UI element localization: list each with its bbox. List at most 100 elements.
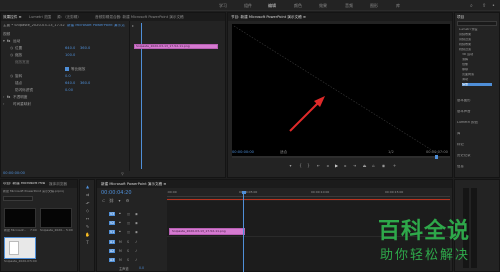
filter-icon[interactable]: ⚲ — [121, 171, 124, 176]
snap-icon[interactable]: ⊂ — [101, 198, 106, 203]
hand-tool-icon[interactable]: ✋ — [85, 232, 90, 237]
program-scrub-handle[interactable] — [435, 155, 438, 159]
solo-button[interactable]: S — [127, 258, 129, 262]
tab-source[interactable]: 源: （无剪辑） — [57, 15, 81, 20]
slip-tool-icon[interactable]: ↔ — [85, 216, 90, 221]
timeline-playhead[interactable] — [243, 192, 245, 272]
tab-sequence[interactable]: 新建 Microsoft PowerPoint 演示文稿 ≡ — [101, 182, 166, 187]
ec-play-icon[interactable]: ▸ — [132, 23, 134, 28]
search-icon[interactable]: ⌕ — [470, 3, 473, 9]
program-timecode[interactable]: 00:00:00:00 — [232, 150, 254, 154]
position-x-value[interactable]: 640.0 — [65, 46, 75, 50]
opacity-twirl-icon[interactable]: › — [3, 95, 4, 99]
menu-color[interactable]: 颜色 — [294, 3, 302, 9]
position-y-value[interactable]: 360.0 — [80, 46, 90, 50]
timeline-timecode[interactable]: 00:00:04:20 — [101, 190, 132, 196]
menu-editing[interactable]: 编辑 — [268, 3, 276, 9]
ec-timecode[interactable]: 00:00:00:00 — [3, 171, 25, 175]
playhead-handle[interactable] — [241, 191, 246, 194]
scale-value[interactable]: 100.0 — [65, 53, 75, 57]
right-item-selected[interactable]: 缩放 — [462, 83, 492, 86]
ec-clip-bar[interactable]: Snipaste_2020-03-13_17-52-11.png — [134, 44, 218, 49]
sync-icon[interactable]: ◫ — [127, 230, 130, 234]
right-section[interactable]: 历史记录 — [457, 154, 471, 157]
mic-icon[interactable]: ♪ — [135, 258, 137, 262]
type-tool-icon[interactable]: T — [85, 240, 90, 245]
bell-icon[interactable]: • — [492, 3, 495, 9]
eye-icon[interactable]: ◉ — [135, 221, 138, 225]
mark-in-icon[interactable]: { — [298, 163, 303, 168]
right-section[interactable]: 信息 — [457, 165, 464, 168]
menu-libraries[interactable]: 库 — [396, 3, 400, 9]
track-target[interactable]: A3 — [109, 258, 116, 262]
tab-media-browser[interactable]: 媒体浏览器 — [49, 182, 67, 187]
stopwatch-icon[interactable]: ◷ — [10, 74, 13, 78]
timeremap-twirl-icon[interactable]: › — [3, 102, 4, 106]
razor-tool-icon[interactable]: ◇ — [85, 208, 90, 213]
stopwatch-icon[interactable]: ◷ — [10, 46, 13, 50]
pen-tool-icon[interactable]: ✎ — [85, 224, 90, 229]
right-item[interactable]: 视频效果 — [459, 43, 471, 46]
track-target[interactable]: A1 — [109, 240, 116, 244]
sequence-clip-label[interactable]: 新建 Microsoft PowerPoint 演示文稿 * Snipas... — [67, 24, 125, 28]
eye-icon[interactable]: ◉ — [135, 230, 138, 234]
eye-icon[interactable]: ◉ — [135, 212, 138, 216]
go-to-out-icon[interactable]: ⇥ — [352, 163, 357, 168]
program-scrub-bar[interactable] — [232, 156, 450, 158]
right-section[interactable]: Lumetri 颜色 — [457, 121, 478, 124]
extract-icon[interactable]: ⌂ — [371, 163, 376, 168]
right-item[interactable]: Lumetri 预设 — [459, 28, 478, 31]
play-icon[interactable]: ▶ — [334, 163, 339, 168]
right-item[interactable]: 滑动 — [462, 78, 468, 81]
right-section[interactable]: 基本声音 — [457, 110, 471, 113]
fx-motion-label[interactable]: 运动 — [13, 39, 20, 44]
project-thumb[interactable] — [40, 208, 72, 228]
tab-lumetri-scopes[interactable]: Lumetri 范围 — [29, 15, 51, 20]
linked-selection-icon[interactable]: ⛓ — [109, 198, 114, 203]
tab-effect-controls[interactable]: 效果控件 ≡ — [3, 15, 22, 20]
right-item[interactable]: 音频过渡 — [459, 38, 471, 41]
lock-icon[interactable]: 🔒︎ — [119, 211, 121, 215]
marker-icon[interactable]: ▾ — [288, 163, 293, 168]
effects-search-input[interactable] — [457, 21, 497, 26]
lift-icon[interactable]: ⏏ — [362, 163, 367, 168]
add-button-icon[interactable]: + — [392, 163, 397, 168]
rotation-value[interactable]: 0.0 — [65, 74, 71, 78]
track-target[interactable]: V3 — [109, 212, 116, 216]
track-select-icon[interactable]: ⇉ — [85, 192, 90, 197]
lock-icon[interactable]: 🔒︎ — [119, 229, 121, 233]
right-section[interactable]: 标记 — [457, 143, 464, 146]
mute-button[interactable]: M — [119, 249, 122, 253]
master-track-value[interactable]: 0.0 — [139, 266, 144, 270]
timeline-settings-icon[interactable]: ⚙ — [125, 198, 130, 203]
mic-icon[interactable]: ♪ — [135, 249, 137, 253]
stopwatch-icon[interactable]: ◷ — [10, 53, 13, 57]
right-item[interactable]: 擦除 — [462, 68, 468, 71]
right-item[interactable]: 划像 — [462, 63, 468, 66]
track-target[interactable]: A2 — [109, 249, 116, 253]
timeline-clip[interactable]: Snipaste_2020-03-13_17-52-11.png — [169, 228, 245, 235]
solo-button[interactable]: S — [127, 249, 129, 253]
fx-opacity-label[interactable]: 不透明度 — [13, 95, 27, 100]
menu-graphics[interactable]: 图形 — [370, 3, 378, 9]
fit-dropdown[interactable]: 适合 — [280, 150, 287, 155]
tab-project[interactable]: 项目: 新建 Microsoft PowerPoint 演示文稿 ≡ — [3, 182, 45, 186]
track-target[interactable]: V1 — [109, 230, 116, 234]
mute-button[interactable]: M — [119, 240, 122, 244]
step-back-icon[interactable]: ◂ — [325, 163, 330, 168]
anchor-x-value[interactable]: 640.0 — [65, 81, 75, 85]
right-item[interactable]: 音频效果 — [459, 33, 471, 36]
program-video-canvas[interactable] — [232, 24, 450, 156]
mark-out-icon[interactable]: } — [306, 163, 311, 168]
project-thumb[interactable] — [4, 208, 36, 228]
anchor-y-value[interactable]: 360.0 — [80, 81, 90, 85]
tab-program[interactable]: 节目: 新建 Microsoft PowerPoint 演示文稿 ≡ — [231, 15, 306, 20]
step-forward-icon[interactable]: ▸ — [343, 163, 348, 168]
mic-icon[interactable]: ♪ — [135, 240, 137, 244]
master-clip-label[interactable]: 主要 * Snipaste_2020-03-13_17-52-11.png — [3, 24, 65, 28]
uniform-scale-checkbox[interactable] — [65, 66, 69, 71]
ripple-edit-icon[interactable]: ⟛ — [85, 200, 90, 205]
add-marker-icon[interactable]: ▾ — [117, 198, 122, 203]
sync-icon[interactable]: ◫ — [127, 212, 130, 216]
fx-timeremap-label[interactable]: 时间重映射 — [13, 102, 31, 107]
